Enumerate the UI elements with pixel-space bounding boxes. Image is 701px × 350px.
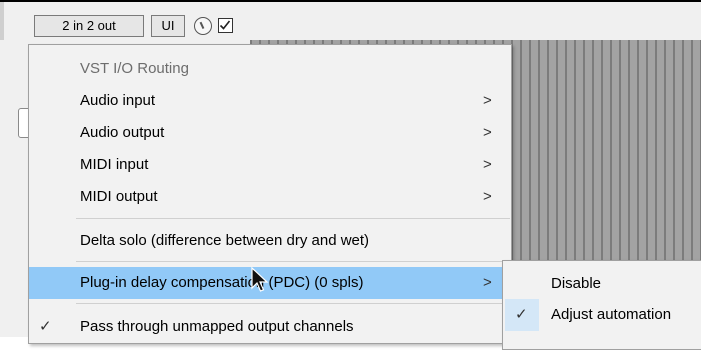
menu-item-label: Pass through unmapped output channels bbox=[80, 318, 354, 335]
toolbar-left-edge bbox=[0, 2, 4, 40]
context-menu: VST I/O Routing Audio input > Audio outp… bbox=[28, 44, 512, 344]
menu-item-label: MIDI output bbox=[80, 188, 158, 205]
menu-item-label: Audio output bbox=[80, 124, 165, 141]
menu-item-midi-input[interactable]: MIDI input > bbox=[29, 149, 511, 181]
submenu-item-label: Adjust automation bbox=[551, 306, 672, 323]
menu-header: VST I/O Routing bbox=[29, 53, 511, 85]
menu-item-label: Delta solo (difference between dry and w… bbox=[80, 232, 370, 249]
menu-item-audio-input[interactable]: Audio input > bbox=[29, 85, 511, 117]
menu-item-label: Plug-in delay compensation (PDC) (0 spls… bbox=[80, 274, 364, 291]
ui-toggle-button[interactable]: UI bbox=[151, 15, 185, 37]
chevron-right-icon: > bbox=[483, 274, 492, 291]
chevron-right-icon: > bbox=[483, 124, 492, 141]
menu-item-label: Audio input bbox=[80, 92, 156, 109]
check-cell: ✓ bbox=[505, 299, 539, 331]
mouse-pointer-icon bbox=[251, 266, 269, 292]
submenu-item-adjust-automation[interactable]: ✓ Adjust automation bbox=[503, 299, 701, 331]
menu-item-audio-output[interactable]: Audio output > bbox=[29, 117, 511, 149]
wet-dry-knob-icon[interactable] bbox=[194, 17, 212, 35]
menu-item-label: MIDI input bbox=[80, 156, 149, 173]
submenu-item-disable[interactable]: Disable bbox=[503, 268, 701, 300]
checkmark-icon bbox=[219, 20, 231, 30]
chevron-right-icon: > bbox=[483, 92, 492, 109]
check-icon: ✓ bbox=[39, 318, 52, 335]
menu-separator bbox=[76, 261, 510, 262]
menu-header-label: VST I/O Routing bbox=[80, 60, 189, 77]
chevron-right-icon: > bbox=[483, 156, 492, 173]
menu-item-delta-solo[interactable]: Delta solo (difference between dry and w… bbox=[29, 225, 511, 257]
submenu-item-label: Disable bbox=[551, 275, 602, 292]
bypass-checkbox[interactable] bbox=[218, 18, 233, 33]
chevron-right-icon: > bbox=[483, 188, 492, 205]
menu-item-midi-output[interactable]: MIDI output > bbox=[29, 181, 511, 213]
menu-separator bbox=[76, 218, 510, 219]
menu-separator bbox=[76, 303, 510, 304]
io-routing-button[interactable]: 2 in 2 out bbox=[34, 15, 144, 37]
menu-item-pass-through[interactable]: ✓ Pass through unmapped output channels bbox=[29, 311, 511, 343]
check-icon: ✓ bbox=[515, 306, 528, 323]
